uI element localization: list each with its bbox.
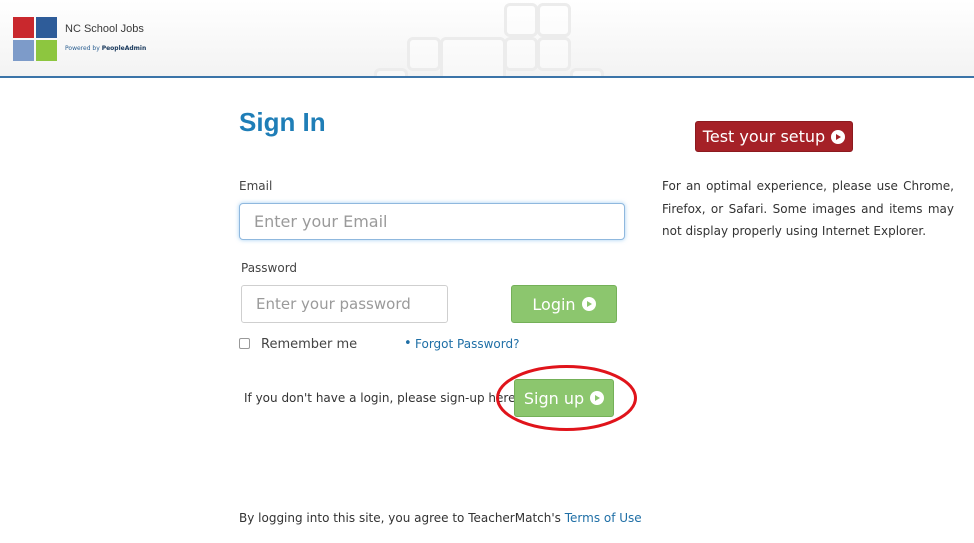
page-title: Sign In [239,107,326,137]
terms-notice: By logging into this site, you agree to … [239,511,642,525]
terms-prefix: By logging into this site, you agree to … [239,511,561,525]
play-circle-icon [581,297,596,311]
site-header: NC School Jobs Powered by PeopleAdmin [0,0,974,78]
site-logo[interactable]: NC School Jobs Powered by PeopleAdmin [10,12,156,64]
header-decoration [537,37,571,71]
header-decoration [440,37,506,76]
logo-title: NC School Jobs [65,23,144,35]
login-button[interactable]: Login [511,285,617,323]
header-decoration [407,37,441,71]
browser-note: For an optimal experience, please use Ch… [662,179,954,238]
logo-mark-icon [13,17,57,61]
login-button-label: Login [532,294,576,314]
forgot-password-link[interactable]: Forgot Password? [415,337,519,351]
remember-me-checkbox[interactable] [239,338,250,349]
forgot-password-bullet: • [404,336,412,351]
terms-of-use-link[interactable]: Terms of Use [565,511,642,525]
remember-me-label: Remember me [261,337,358,352]
test-setup-button-label: Test your setup [702,127,826,146]
password-field[interactable] [241,285,448,323]
signup-button-label: Sign up [523,388,585,408]
email-label: Email [239,179,273,193]
email-field[interactable] [239,203,625,240]
header-decoration [504,3,538,37]
play-circle-icon [590,391,605,405]
header-decoration [570,68,604,76]
header-decoration [504,37,538,71]
header-decoration [537,3,571,37]
play-circle-icon [831,129,846,144]
logo-subtitle: Powered by PeopleAdmin [65,45,147,52]
signup-button[interactable]: Sign up [514,379,614,417]
header-decoration [374,68,408,76]
password-label: Password [241,261,298,275]
signup-prompt: If you don't have a login, please sign-u… [244,391,516,405]
test-setup-button[interactable]: Test your setup [695,121,853,152]
